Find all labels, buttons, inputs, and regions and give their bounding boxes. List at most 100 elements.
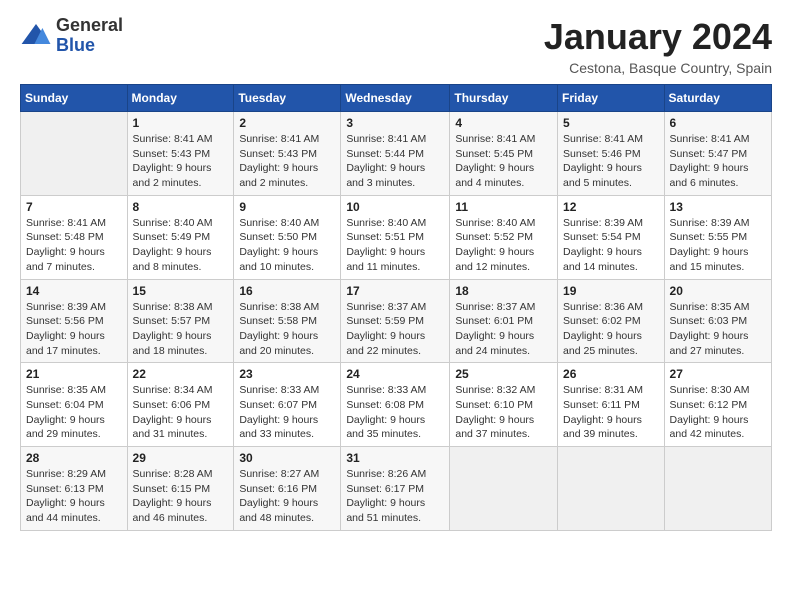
month-title: January 2024 xyxy=(544,16,772,58)
day-info: Sunrise: 8:28 AM Sunset: 6:15 PM Dayligh… xyxy=(133,467,229,526)
day-info: Sunrise: 8:36 AM Sunset: 6:02 PM Dayligh… xyxy=(563,300,659,359)
day-cell: 15 Sunrise: 8:38 AM Sunset: 5:57 PM Dayli… xyxy=(127,279,234,363)
day-info: Sunrise: 8:27 AM Sunset: 6:16 PM Dayligh… xyxy=(239,467,335,526)
day-info: Sunrise: 8:41 AM Sunset: 5:43 PM Dayligh… xyxy=(133,132,229,191)
day-info: Sunrise: 8:38 AM Sunset: 5:58 PM Dayligh… xyxy=(239,300,335,359)
header-cell-saturday: Saturday xyxy=(664,85,771,112)
header-cell-tuesday: Tuesday xyxy=(234,85,341,112)
day-cell: 30 Sunrise: 8:27 AM Sunset: 6:16 PM Dayli… xyxy=(234,447,341,531)
day-info: Sunrise: 8:40 AM Sunset: 5:51 PM Dayligh… xyxy=(346,216,444,275)
day-number: 14 xyxy=(26,284,122,298)
header-cell-monday: Monday xyxy=(127,85,234,112)
week-row-1: 1 Sunrise: 8:41 AM Sunset: 5:43 PM Daylig… xyxy=(21,112,772,196)
day-info: Sunrise: 8:41 AM Sunset: 5:45 PM Dayligh… xyxy=(455,132,552,191)
day-cell xyxy=(21,112,128,196)
page-header: General Blue January 2024 Cestona, Basqu… xyxy=(20,16,772,76)
day-number: 27 xyxy=(670,367,766,381)
day-cell xyxy=(558,447,665,531)
day-cell: 8 Sunrise: 8:40 AM Sunset: 5:49 PM Daylig… xyxy=(127,195,234,279)
day-number: 26 xyxy=(563,367,659,381)
day-info: Sunrise: 8:41 AM Sunset: 5:44 PM Dayligh… xyxy=(346,132,444,191)
day-cell: 18Sunrise: 8:37 AM Sunset: 6:01 PM Dayli… xyxy=(450,279,558,363)
day-number: 6 xyxy=(670,116,766,130)
day-cell: 11 Sunrise: 8:40 AM Sunset: 5:52 PM Dayli… xyxy=(450,195,558,279)
calendar-body: 1 Sunrise: 8:41 AM Sunset: 5:43 PM Daylig… xyxy=(21,112,772,531)
header-cell-wednesday: Wednesday xyxy=(341,85,450,112)
day-cell: 31Sunrise: 8:26 AM Sunset: 6:17 PM Dayli… xyxy=(341,447,450,531)
day-cell: 28Sunrise: 8:29 AM Sunset: 6:13 PM Dayli… xyxy=(21,447,128,531)
logo-general-text: General xyxy=(56,16,123,36)
header-row: SundayMondayTuesdayWednesdayThursdayFrid… xyxy=(21,85,772,112)
day-cell: 2 Sunrise: 8:41 AM Sunset: 5:43 PM Daylig… xyxy=(234,112,341,196)
logo-text: General Blue xyxy=(56,16,123,56)
day-info: Sunrise: 8:41 AM Sunset: 5:46 PM Dayligh… xyxy=(563,132,659,191)
day-cell: 1 Sunrise: 8:41 AM Sunset: 5:43 PM Daylig… xyxy=(127,112,234,196)
logo-icon xyxy=(20,20,52,52)
day-info: Sunrise: 8:34 AM Sunset: 6:06 PM Dayligh… xyxy=(133,383,229,442)
day-info: Sunrise: 8:40 AM Sunset: 5:49 PM Dayligh… xyxy=(133,216,229,275)
day-number: 1 xyxy=(133,116,229,130)
day-cell: 7 Sunrise: 8:41 AM Sunset: 5:48 PM Daylig… xyxy=(21,195,128,279)
day-info: Sunrise: 8:33 AM Sunset: 6:08 PM Dayligh… xyxy=(346,383,444,442)
calendar-table: SundayMondayTuesdayWednesdayThursdayFrid… xyxy=(20,84,772,531)
day-cell xyxy=(664,447,771,531)
day-cell: 4Sunrise: 8:41 AM Sunset: 5:45 PM Daylig… xyxy=(450,112,558,196)
logo-blue-text: Blue xyxy=(56,36,123,56)
day-cell: 25 Sunrise: 8:32 AM Sunset: 6:10 PM Dayli… xyxy=(450,363,558,447)
day-cell: 17Sunrise: 8:37 AM Sunset: 5:59 PM Dayli… xyxy=(341,279,450,363)
day-info: Sunrise: 8:41 AM Sunset: 5:43 PM Dayligh… xyxy=(239,132,335,191)
day-cell: 23 Sunrise: 8:33 AM Sunset: 6:07 PM Dayli… xyxy=(234,363,341,447)
day-info: Sunrise: 8:40 AM Sunset: 5:52 PM Dayligh… xyxy=(455,216,552,275)
day-cell: 27 Sunrise: 8:30 AM Sunset: 6:12 PM Dayli… xyxy=(664,363,771,447)
day-number: 13 xyxy=(670,200,766,214)
day-info: Sunrise: 8:41 AM Sunset: 5:48 PM Dayligh… xyxy=(26,216,122,275)
day-info: Sunrise: 8:35 AM Sunset: 6:03 PM Dayligh… xyxy=(670,300,766,359)
calendar-header: SundayMondayTuesdayWednesdayThursdayFrid… xyxy=(21,85,772,112)
location: Cestona, Basque Country, Spain xyxy=(544,60,772,76)
day-info: Sunrise: 8:37 AM Sunset: 6:01 PM Dayligh… xyxy=(455,300,552,359)
day-info: Sunrise: 8:30 AM Sunset: 6:12 PM Dayligh… xyxy=(670,383,766,442)
day-info: Sunrise: 8:39 AM Sunset: 5:56 PM Dayligh… xyxy=(26,300,122,359)
day-info: Sunrise: 8:35 AM Sunset: 6:04 PM Dayligh… xyxy=(26,383,122,442)
week-row-4: 21 Sunrise: 8:35 AM Sunset: 6:04 PM Dayli… xyxy=(21,363,772,447)
day-number: 20 xyxy=(670,284,766,298)
day-number: 22 xyxy=(133,367,229,381)
day-cell: 5 Sunrise: 8:41 AM Sunset: 5:46 PM Daylig… xyxy=(558,112,665,196)
day-number: 29 xyxy=(133,451,229,465)
day-info: Sunrise: 8:26 AM Sunset: 6:17 PM Dayligh… xyxy=(346,467,444,526)
week-row-2: 7 Sunrise: 8:41 AM Sunset: 5:48 PM Daylig… xyxy=(21,195,772,279)
day-cell: 20 Sunrise: 8:35 AM Sunset: 6:03 PM Dayli… xyxy=(664,279,771,363)
day-number: 7 xyxy=(26,200,122,214)
day-info: Sunrise: 8:31 AM Sunset: 6:11 PM Dayligh… xyxy=(563,383,659,442)
day-number: 30 xyxy=(239,451,335,465)
day-number: 11 xyxy=(455,200,552,214)
day-number: 24 xyxy=(346,367,444,381)
day-cell: 12Sunrise: 8:39 AM Sunset: 5:54 PM Dayli… xyxy=(558,195,665,279)
day-number: 12 xyxy=(563,200,659,214)
day-info: Sunrise: 8:33 AM Sunset: 6:07 PM Dayligh… xyxy=(239,383,335,442)
header-cell-friday: Friday xyxy=(558,85,665,112)
day-cell: 6 Sunrise: 8:41 AM Sunset: 5:47 PM Daylig… xyxy=(664,112,771,196)
day-number: 16 xyxy=(239,284,335,298)
day-info: Sunrise: 8:32 AM Sunset: 6:10 PM Dayligh… xyxy=(455,383,552,442)
title-block: January 2024 Cestona, Basque Country, Sp… xyxy=(544,16,772,76)
week-row-3: 14 Sunrise: 8:39 AM Sunset: 5:56 PM Dayli… xyxy=(21,279,772,363)
day-info: Sunrise: 8:40 AM Sunset: 5:50 PM Dayligh… xyxy=(239,216,335,275)
day-number: 23 xyxy=(239,367,335,381)
day-cell: 14 Sunrise: 8:39 AM Sunset: 5:56 PM Dayli… xyxy=(21,279,128,363)
day-number: 25 xyxy=(455,367,552,381)
day-cell: 29 Sunrise: 8:28 AM Sunset: 6:15 PM Dayli… xyxy=(127,447,234,531)
day-number: 8 xyxy=(133,200,229,214)
day-number: 3 xyxy=(346,116,444,130)
day-info: Sunrise: 8:29 AM Sunset: 6:13 PM Dayligh… xyxy=(26,467,122,526)
day-number: 15 xyxy=(133,284,229,298)
day-number: 17 xyxy=(346,284,444,298)
day-number: 2 xyxy=(239,116,335,130)
day-info: Sunrise: 8:41 AM Sunset: 5:47 PM Dayligh… xyxy=(670,132,766,191)
header-cell-thursday: Thursday xyxy=(450,85,558,112)
day-info: Sunrise: 8:38 AM Sunset: 5:57 PM Dayligh… xyxy=(133,300,229,359)
day-number: 5 xyxy=(563,116,659,130)
day-cell: 26 Sunrise: 8:31 AM Sunset: 6:11 PM Dayli… xyxy=(558,363,665,447)
day-number: 21 xyxy=(26,367,122,381)
week-row-5: 28Sunrise: 8:29 AM Sunset: 6:13 PM Dayli… xyxy=(21,447,772,531)
